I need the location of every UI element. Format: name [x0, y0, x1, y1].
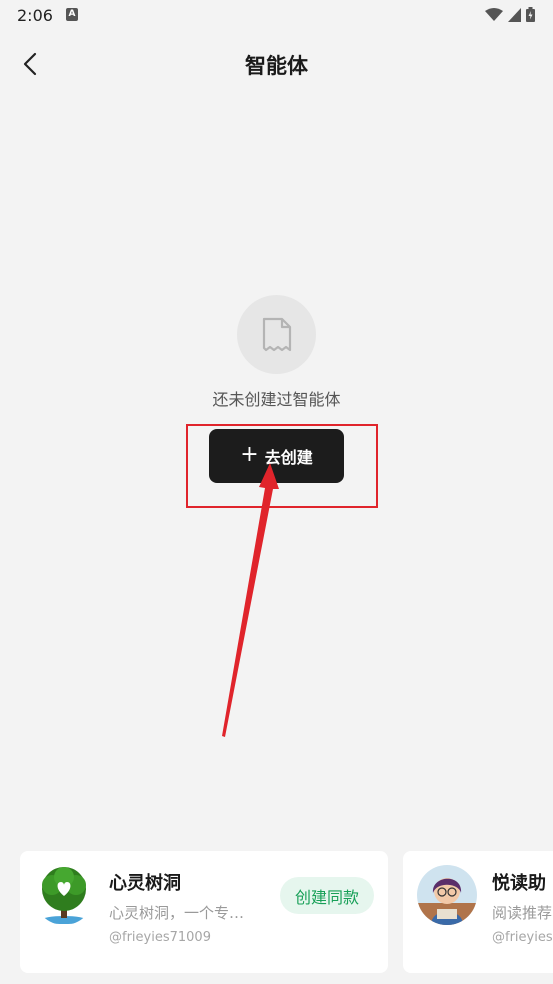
document-icon	[262, 317, 291, 351]
empty-state-icon	[237, 295, 316, 374]
agent-card[interactable]: 悦读助 阅读推荐 @frieyies	[403, 851, 553, 973]
tree-heart-avatar	[34, 865, 94, 925]
status-bar: 2:06 A	[0, 0, 553, 32]
agent-name: 心灵树洞	[109, 873, 181, 894]
agent-description: 阅读推荐	[492, 904, 553, 922]
empty-state-message: 还未创建过智能体	[212, 390, 341, 409]
agent-description: 心灵树洞，一个专…	[109, 904, 245, 922]
status-icons	[485, 7, 535, 22]
signal-icon	[508, 7, 521, 22]
reader-avatar	[417, 865, 477, 925]
header: 智能体	[0, 36, 553, 92]
highlight-box	[186, 424, 378, 508]
status-time: 2:06	[17, 6, 53, 25]
agent-name: 悦读助	[492, 873, 546, 894]
wifi-icon	[485, 7, 503, 21]
agent-card[interactable]: 心灵树洞 心灵树洞，一个专… @frieyies71009 创建同款	[20, 851, 388, 973]
page-title: 智能体	[245, 54, 308, 78]
agent-author: @frieyies71009	[109, 930, 211, 945]
battery-icon	[526, 7, 535, 22]
notification-icon: A	[66, 8, 78, 21]
create-same-button[interactable]: 创建同款	[280, 877, 374, 914]
agent-author: @frieyies	[492, 930, 553, 945]
